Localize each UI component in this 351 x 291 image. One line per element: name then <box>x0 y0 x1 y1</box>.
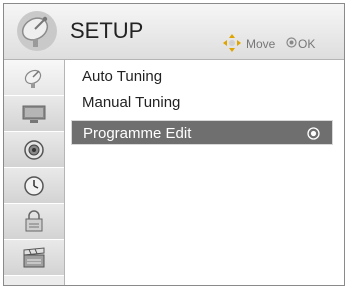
clapperboard-icon <box>23 247 45 268</box>
menu-item-label: Auto Tuning <box>82 68 163 85</box>
osd-header: SETUP Move OK <box>4 4 344 60</box>
ok-hint-label: OK <box>298 37 316 51</box>
menu-item-manual-tuning[interactable]: Manual Tuning <box>71 90 333 115</box>
category-sidebar <box>4 60 65 285</box>
ok-select-icon <box>307 127 320 140</box>
monitor-icon <box>22 105 46 123</box>
sidebar-item-time[interactable] <box>4 168 64 204</box>
page-title: SETUP <box>70 18 144 43</box>
menu-item-label: Manual Tuning <box>82 94 181 111</box>
menu-item-auto-tuning[interactable]: Auto Tuning <box>71 64 333 89</box>
clock-icon <box>24 176 44 196</box>
lock-icon <box>25 210 43 232</box>
sidebar-item-picture[interactable] <box>4 96 64 132</box>
setup-osd-window: SETUP Move OK Auto Tuning Manual Tuning … <box>3 3 345 286</box>
sidebar-item-lock[interactable] <box>4 204 64 240</box>
sidebar-item-options[interactable] <box>4 240 64 276</box>
move-arrows-icon <box>223 34 241 52</box>
move-hint-label: Move <box>246 37 276 51</box>
sidebar-item-audio[interactable] <box>4 132 64 168</box>
speaker-icon <box>24 140 44 160</box>
menu-item-label: Programme Edit <box>83 125 192 142</box>
sidebar-item-setup[interactable] <box>4 60 64 96</box>
satellite-dish-icon <box>17 11 57 51</box>
ok-button-icon <box>286 37 297 48</box>
menu-item-programme-edit[interactable]: Programme Edit <box>71 120 333 145</box>
satellite-dish-icon <box>24 69 42 88</box>
